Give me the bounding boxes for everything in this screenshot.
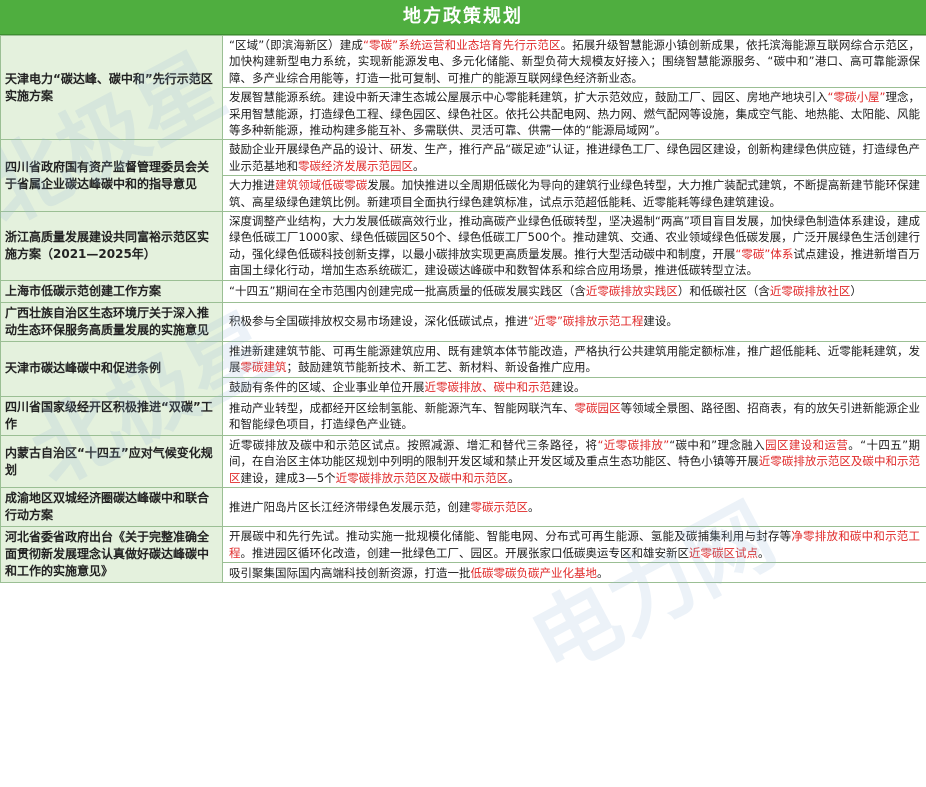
highlighted-text: 低碳零碳负碳产业化基地 bbox=[470, 565, 598, 580]
policy-name: 天津电力“碳达峰、碳中和”先行示范区实施方案 bbox=[0, 34, 223, 141]
table-row: 四川省国家级经开区积极推进“双碳”工作 推动产业转型，成都经开区绘制氢能、新能源汽… bbox=[0, 395, 926, 436]
description-text: ） bbox=[850, 283, 862, 298]
highlighted-text: 园区建设和运营 bbox=[765, 437, 849, 452]
policy-description: “区域”（即滨海新区）建成“零碳”系统运营和业态培育先行示范区。拓展升级智慧能源… bbox=[222, 34, 926, 89]
policy-name: 上海市低碳示范创建工作方案 bbox=[0, 279, 223, 303]
table-row: 天津电力“碳达峰、碳中和”先行示范区实施方案 “区域”（即滨海新区）建成“零碳”系… bbox=[0, 34, 926, 141]
table-row: 上海市低碳示范创建工作方案 “十四五”期间在全市范围内创建完成一批高质量的低碳发展… bbox=[0, 279, 926, 303]
page-title: 地方政策规划 bbox=[0, 0, 926, 35]
table-row: 浙江高质量发展建设共同富裕示范区实施方案（2021—2025年） 深度调整产业结构… bbox=[0, 211, 926, 281]
policy-name: 内蒙古自治区“十四五”应对气候变化规划 bbox=[0, 434, 223, 489]
description-text: ）和低碳社区（含 bbox=[677, 283, 770, 298]
policy-name: 河北省委省政府出台《关于完整准确全面贯彻新发展理念认真做好碳达峰碳中和工作的实施… bbox=[0, 526, 223, 584]
policy-description: 吸引聚集国际国内高端科技创新资源，打造一批低碳零碳负碳产业化基地。 bbox=[222, 562, 926, 584]
policy-name: 天津市碳达峰碳中和促进条例 bbox=[0, 340, 223, 397]
description-text: 建设，建成3—5个 bbox=[240, 470, 336, 485]
description-text: 。 bbox=[508, 470, 520, 485]
policy-description: 推进广阳岛片区长江经济带绿色发展示范，创建零碳示范区。 bbox=[222, 487, 926, 528]
description-text: 近零碳排放及碳中和示范区试点。按照减源、增汇和替代三条路径，将 bbox=[229, 437, 598, 452]
table-row: 成渝地区双城经济圈碳达峰碳中和联合行动方案 推进广阳岛片区长江经济带绿色发展示范，… bbox=[0, 487, 926, 528]
highlighted-text: 零碳经济发展示范园区 bbox=[298, 158, 413, 173]
description-text: 推进广阳岛片区长江经济带绿色发展示范，创建 bbox=[229, 499, 471, 514]
highlighted-text: 建筑领域低碳零碳 bbox=[275, 178, 368, 193]
highlighted-text: 零碳园区 bbox=[574, 400, 621, 415]
policy-name: 广西壮族自治区生态环境厅关于深入推动生态环保服务高质量发展的实施意见 bbox=[0, 301, 223, 342]
description-text: 。 bbox=[528, 499, 540, 514]
highlighted-text: “近零碳排放” bbox=[597, 437, 670, 452]
policy-description: 积极参与全国碳排放权交易市场建设，深化低碳试点，推进“近零”碳排放示范工程建设。 bbox=[222, 301, 926, 342]
policy-name: 浙江高质量发展建设共同富裕示范区实施方案（2021—2025年） bbox=[0, 211, 223, 281]
description-text: 。 bbox=[413, 158, 425, 173]
table-row: 天津市碳达峰碳中和促进条例 推进新建建筑节能、可再生能源建筑应用、既有建筑本体节能… bbox=[0, 340, 926, 397]
policy-description: 鼓励有条件的区域、企业事业单位开展近零碳排放、碳中和示范建设。 bbox=[222, 376, 926, 397]
policy-description: 大力推进建筑领域低碳零碳发展。加快推进以全周期低碳化为导向的建筑行业绿色转型，大… bbox=[222, 175, 926, 213]
highlighted-text: 近零碳排放、碳中和示范 bbox=[424, 379, 552, 394]
highlighted-text: 零碳示范区 bbox=[470, 499, 529, 514]
description-text: “十四五”期间在全市范围内创建完成一批高质量的低碳发展实践区（含 bbox=[229, 283, 586, 298]
policy-description: 深度调整产业结构，大力发展低碳高效行业，推动高碳产业绿色低碳转型，坚决遏制“两高… bbox=[222, 211, 926, 281]
description-text: “区域”（即滨海新区）建成 bbox=[229, 38, 363, 52]
table-row: 内蒙古自治区“十四五”应对气候变化规划 近零碳排放及碳中和示范区试点。按照减源、增… bbox=[0, 434, 926, 489]
description-text: 吸引聚集国际国内高端科技创新资源，打造一批 bbox=[229, 565, 471, 580]
policy-description: 开展碳中和先行先试。推动实施一批规模化储能、智能电网、分布式可再生能源、氢能及碳… bbox=[222, 526, 926, 564]
highlighted-text: 零碳建筑 bbox=[240, 360, 287, 375]
description-text: 。 bbox=[597, 565, 609, 580]
highlighted-text: 近零碳排放实践区 bbox=[585, 283, 678, 298]
policy-name: 四川省国家级经开区积极推进“双碳”工作 bbox=[0, 395, 223, 436]
table-row: 四川省政府国有资产监督管理委员会关于省属企业碳达峰碳中和的指导意见 鼓励企业开展绿… bbox=[0, 139, 926, 213]
highlighted-text: “零碳”体系 bbox=[735, 246, 794, 261]
policy-description: 鼓励企业开展绿色产品的设计、研发、生产，推行产品“碳足迹”认证，推进绿色工厂、绿… bbox=[222, 139, 926, 177]
highlighted-text: “零碳”系统运营和业态培育先行示范区 bbox=[362, 38, 561, 52]
policy-description: 近零碳排放及碳中和示范区试点。按照减源、增汇和替代三条路径，将“近零碳排放”“碳… bbox=[222, 434, 926, 489]
policy-name: 成渝地区双城经济圈碳达峰碳中和联合行动方案 bbox=[0, 487, 223, 528]
highlighted-text: 近零碳区试点 bbox=[689, 545, 758, 560]
highlighted-text: “零碳小屋” bbox=[827, 90, 886, 105]
highlighted-text: 近零碳排放示范区及碳中和示范区 bbox=[335, 470, 509, 485]
description-text: 。推进园区循环化改造，创建一批绿色工厂、园区。开展张家口低碳奥运专区和雄安新区 bbox=[240, 545, 690, 560]
description-text: 。 bbox=[758, 545, 770, 560]
description-text: ；鼓励建筑节能新技术、新工艺、新材料、新设备推广应用。 bbox=[286, 360, 598, 375]
description-text: 鼓励有条件的区域、企业事业单位开展 bbox=[229, 379, 425, 394]
description-text: 积极参与全国碳排放权交易市场建设，深化低碳试点，推进 bbox=[229, 314, 528, 329]
description-text: “碳中和”理念融入 bbox=[669, 437, 766, 452]
highlighted-text: “近零”碳排放示范工程 bbox=[528, 314, 644, 329]
policy-name: 四川省政府国有资产监督管理委员会关于省属企业碳达峰碳中和的指导意见 bbox=[0, 139, 223, 213]
table-row: 广西壮族自治区生态环境厅关于深入推动生态环保服务高质量发展的实施意见 积极参与全国… bbox=[0, 301, 926, 342]
description-text: 推动产业转型，成都经开区绘制氢能、新能源汽车、智能网联汽车、 bbox=[229, 400, 575, 415]
policy-table: 天津电力“碳达峰、碳中和”先行示范区实施方案 “区域”（即滨海新区）建成“零碳”系… bbox=[0, 34, 926, 584]
policy-description: 发展智慧能源系统。建设中新天津生态城公屋展示中心零能耗建筑，扩大示范效应，鼓励工… bbox=[222, 87, 926, 141]
description-text: 建设。 bbox=[551, 379, 586, 394]
table-row: 河北省委省政府出台《关于完整准确全面贯彻新发展理念认真做好碳达峰碳中和工作的实施… bbox=[0, 526, 926, 584]
policy-table-page: 北极星 北极星 电力网 地方政策规划 天津电力“碳达峰、碳中和”先行示范区实施方… bbox=[0, 0, 926, 787]
description-text: 建设。 bbox=[643, 314, 678, 329]
description-text: 发展智慧能源系统。建设中新天津生态城公屋展示中心零能耗建筑，扩大示范效应，鼓励工… bbox=[229, 90, 828, 105]
policy-description: 推进新建建筑节能、可再生能源建筑应用、既有建筑本体节能改造，严格执行公共建筑用能… bbox=[222, 340, 926, 378]
policy-description: 推动产业转型，成都经开区绘制氢能、新能源汽车、智能网联汽车、零碳园区等领域全景图… bbox=[222, 395, 926, 436]
description-text: 开展碳中和先行先试。推动实施一批规模化储能、智能电网、分布式可再生能源、氢能及碳… bbox=[229, 529, 792, 544]
description-text: 大力推进 bbox=[229, 178, 276, 193]
highlighted-text: 近零碳排放社区 bbox=[769, 283, 851, 298]
policy-description: “十四五”期间在全市范围内创建完成一批高质量的低碳发展实践区（含近零碳排放实践区… bbox=[222, 279, 926, 303]
